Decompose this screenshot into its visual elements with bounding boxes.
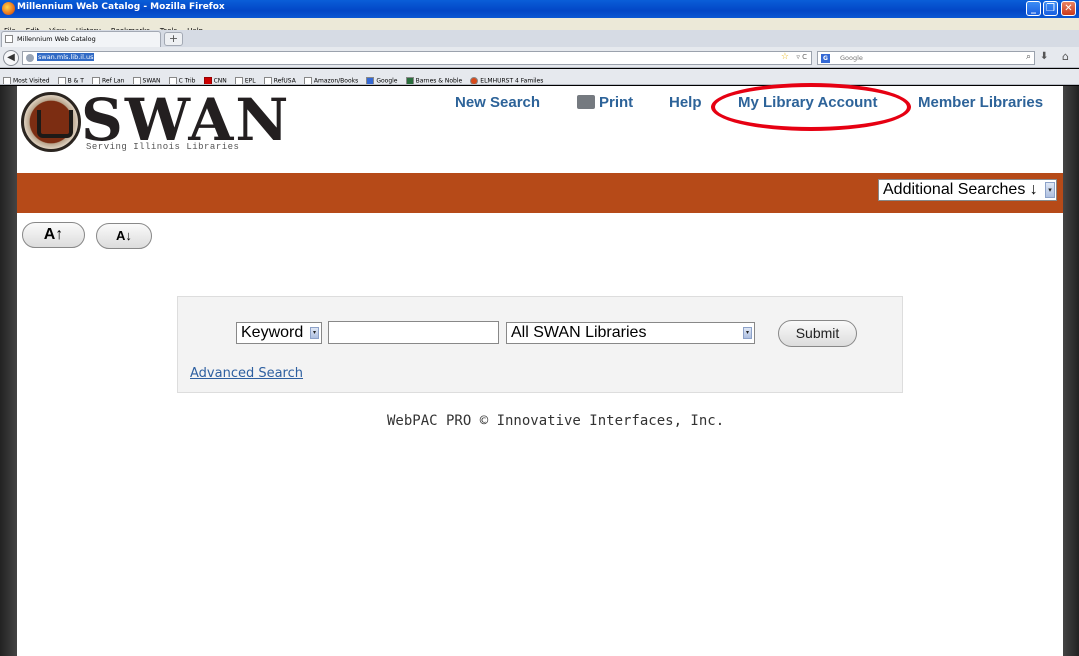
chevron-down-icon[interactable]: ▾	[743, 327, 752, 339]
bookmark-icon	[3, 76, 11, 84]
additional-searches-label: Additional Searches ↓	[883, 181, 1038, 198]
window-title: Millennium Web Catalog - Mozilla Firefox	[17, 2, 225, 12]
url-bar[interactable]: swan.mls.lib.il.us ☆ ▿ C	[22, 51, 812, 65]
bookmark-most-visited[interactable]: Most Visited	[3, 76, 50, 84]
back-button[interactable]: ◀	[3, 50, 19, 66]
new-tab-button[interactable]: +	[164, 32, 183, 46]
search-icon[interactable]: ⌕	[1026, 52, 1031, 62]
browser-search-input[interactable]	[840, 53, 1010, 63]
bookmark-barnes-noble[interactable]: Barnes & Noble	[405, 76, 462, 84]
bookmark-bt[interactable]: B & T	[57, 76, 84, 84]
bookmark-icon	[366, 76, 375, 84]
bookmark-elmhurst[interactable]: ELMHURST 4 Familes	[470, 76, 543, 84]
submit-button[interactable]: Submit	[778, 320, 857, 347]
bookmark-icon	[303, 76, 312, 84]
new-search-link[interactable]: New Search	[455, 94, 540, 111]
member-libraries-link[interactable]: Member Libraries	[918, 94, 1043, 111]
bookmark-icon	[132, 76, 141, 84]
additional-searches-select[interactable]: Additional Searches ↓ ▾	[878, 179, 1057, 201]
minimize-button[interactable]: _	[1026, 1, 1041, 16]
bookmark-swan[interactable]: SWAN	[132, 76, 161, 84]
navigation-bar: ◀ swan.mls.lib.il.us ☆ ▿ C G ⌕ ⬇ ⌂	[0, 47, 1079, 68]
accent-bar: Additional Searches ↓ ▾	[17, 173, 1063, 213]
url-text[interactable]: swan.mls.lib.il.us	[37, 53, 95, 61]
bookmarks-bar: Most Visited B & T Ref Lan SWAN C Trib C…	[0, 69, 1079, 85]
bookmark-icon	[263, 76, 272, 84]
tab-label: Millennium Web Catalog	[17, 35, 96, 43]
help-link[interactable]: Help	[669, 94, 702, 111]
page-icon	[5, 35, 13, 43]
window-titlebar: Millennium Web Catalog - Mozilla Firefox…	[0, 0, 1079, 18]
bookmark-amazon[interactable]: Amazon/Books	[303, 76, 358, 84]
bookmark-star-icon[interactable]: ☆	[781, 52, 789, 62]
swan-emblem-icon	[21, 92, 81, 152]
search-type-value: Keyword	[241, 324, 304, 341]
bookmark-icon	[57, 76, 66, 84]
swan-logo[interactable]: SWAN Serving Illinois Libraries	[21, 86, 288, 154]
web-page: SWAN Serving Illinois Libraries New Sear…	[17, 83, 1063, 656]
bookmark-cnn[interactable]: CNN	[203, 76, 227, 84]
search-panel: Keyword ▾ All SWAN Libraries ▾ Submit Ad…	[177, 296, 903, 393]
bookmark-icon	[234, 76, 243, 84]
firefox-icon	[2, 2, 15, 15]
browser-search-bar[interactable]: G ⌕	[817, 51, 1035, 65]
keyword-input[interactable]	[328, 321, 499, 344]
tab-strip: Millennium Web Catalog +	[0, 30, 1079, 47]
bookmark-refusa[interactable]: RefUSA	[263, 76, 296, 84]
decrease-font-button[interactable]: A↓	[96, 223, 152, 249]
home-icon[interactable]: ⌂	[1062, 50, 1069, 63]
bookmark-epl[interactable]: EPL	[234, 76, 256, 84]
bookmark-icon	[92, 76, 100, 84]
page-margin-right	[1063, 86, 1079, 656]
search-type-select[interactable]: Keyword ▾	[236, 322, 322, 344]
bookmark-icon	[405, 76, 414, 84]
bookmark-icon	[203, 76, 212, 84]
printer-icon	[577, 95, 595, 109]
chevron-down-icon[interactable]: ▾	[310, 327, 319, 339]
highlight-annotation	[711, 83, 911, 131]
bookmark-ref-lan[interactable]: Ref Lan	[92, 76, 124, 84]
footer-copyright: WebPAC PRO © Innovative Interfaces, Inc.	[387, 413, 725, 429]
reload-icon[interactable]: ▿ C	[796, 53, 807, 61]
chevron-down-icon[interactable]: ▾	[1045, 182, 1055, 198]
bookmark-c-trib[interactable]: C Trib	[168, 76, 195, 84]
print-link[interactable]: Print	[577, 94, 633, 111]
increase-font-button[interactable]: A↑	[22, 222, 85, 248]
site-identity-icon[interactable]	[26, 54, 34, 62]
library-scope-select[interactable]: All SWAN Libraries ▾	[506, 322, 755, 344]
tab-millennium[interactable]: Millennium Web Catalog	[1, 31, 161, 47]
brand-tagline: Serving Illinois Libraries	[86, 142, 240, 152]
google-icon[interactable]: G	[821, 54, 830, 63]
advanced-search-link[interactable]: Advanced Search	[190, 366, 303, 381]
menu-bar: FileEditViewHistoryBookmarksToolsHelp	[0, 18, 1079, 35]
bookmark-icon	[470, 76, 479, 84]
close-button[interactable]: ✕	[1061, 1, 1076, 16]
library-scope-value: All SWAN Libraries	[511, 324, 647, 341]
page-margin-left	[0, 86, 17, 656]
download-icon[interactable]: ⬇	[1040, 51, 1048, 62]
bookmark-icon	[168, 76, 177, 84]
bookmark-google[interactable]: Google	[366, 76, 398, 84]
maximize-button[interactable]: ❐	[1043, 1, 1058, 16]
